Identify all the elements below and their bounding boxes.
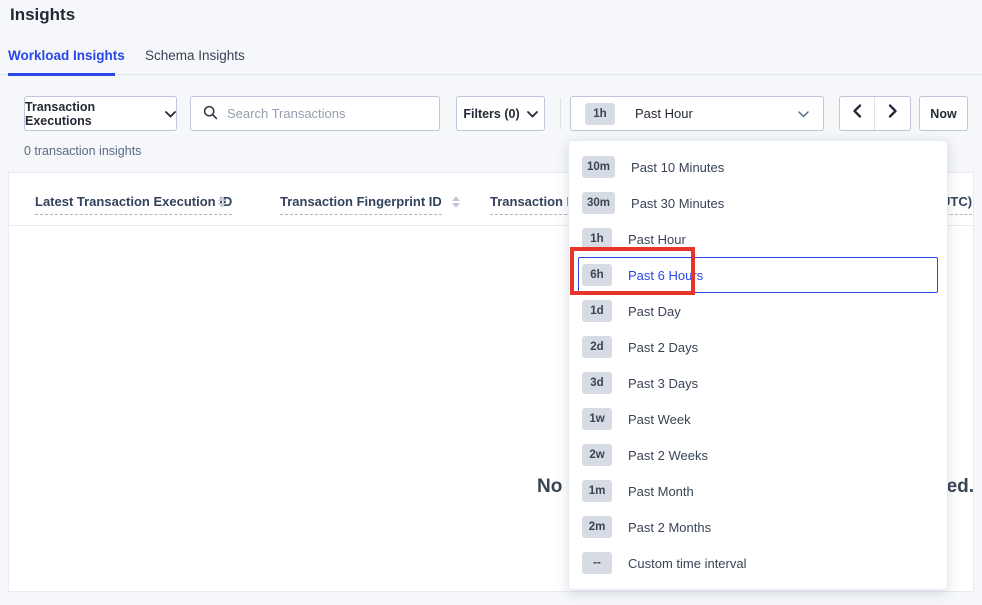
now-button[interactable]: Now: [919, 96, 968, 131]
time-option-past-10-minutes[interactable]: 10m Past 10 Minutes: [578, 149, 938, 185]
time-option-past-30-minutes[interactable]: 30m Past 30 Minutes: [578, 185, 938, 221]
now-label: Now: [930, 107, 956, 121]
time-interval-picker[interactable]: 1h Past Hour: [570, 96, 824, 131]
active-tab-underline: [8, 73, 115, 76]
insights-count-text: 0 transaction insights: [24, 144, 141, 158]
chevron-left-icon: [852, 104, 862, 123]
workload-type-select[interactable]: Transaction Executions: [24, 96, 177, 131]
time-option-label: Past 10 Minutes: [631, 160, 724, 175]
time-option-badge: 3d: [582, 372, 612, 394]
tabbar-divider: [0, 74, 982, 75]
filters-label: Filters (0): [463, 107, 519, 121]
time-option-custom-time-interval[interactable]: -- Custom time interval: [578, 545, 938, 581]
time-option-badge: 2m: [582, 516, 612, 538]
column-header-transaction-fingerprint-id[interactable]: Transaction Fingerprint ID: [280, 194, 442, 215]
type-select-label: Transaction Executions: [25, 100, 158, 128]
search-transactions-box[interactable]: [190, 96, 440, 131]
time-interval-label: Past Hour: [635, 106, 693, 121]
chevron-right-icon: [888, 104, 898, 123]
chevron-down-icon: [165, 107, 176, 121]
column-header-latest-transaction-execution-id[interactable]: Latest Transaction Execution ID: [35, 194, 232, 215]
sort-icon[interactable]: [452, 196, 460, 208]
time-option-past-6-hours[interactable]: 6h Past 6 Hours: [578, 257, 938, 293]
time-option-badge: 30m: [582, 192, 615, 214]
time-option-label: Past 2 Weeks: [628, 448, 708, 463]
chevron-down-icon: [527, 107, 538, 121]
time-option-past-3-days[interactable]: 3d Past 3 Days: [578, 365, 938, 401]
time-option-badge: 2w: [582, 444, 612, 466]
next-interval-button[interactable]: [875, 97, 910, 130]
time-option-past-day[interactable]: 1d Past Day: [578, 293, 938, 329]
time-option-badge: --: [582, 552, 612, 574]
time-option-badge: 6h: [582, 264, 612, 286]
time-option-past-month[interactable]: 1m Past Month: [578, 473, 938, 509]
time-option-label: Past 6 Hours: [628, 268, 703, 283]
time-option-badge: 1h: [582, 228, 612, 250]
time-option-label: Past 2 Days: [628, 340, 698, 355]
time-option-badge: 10m: [582, 156, 615, 178]
time-option-past-2-weeks[interactable]: 2w Past 2 Weeks: [578, 437, 938, 473]
tab-workload-insights[interactable]: Workload Insights: [8, 48, 125, 63]
filters-button[interactable]: Filters (0): [456, 96, 545, 131]
toolbar-divider: [560, 98, 561, 129]
time-option-label: Custom time interval: [628, 556, 746, 571]
time-option-past-hour[interactable]: 1h Past Hour: [578, 221, 938, 257]
time-option-label: Past Month: [628, 484, 694, 499]
time-nav-group: [839, 96, 911, 131]
time-option-past-2-days[interactable]: 2d Past 2 Days: [578, 329, 938, 365]
page-title: Insights: [10, 5, 75, 25]
search-input[interactable]: [227, 106, 427, 121]
time-option-badge: 1w: [582, 408, 612, 430]
time-option-label: Past Hour: [628, 232, 686, 247]
time-option-badge: 2d: [582, 336, 612, 358]
time-option-label: Past 30 Minutes: [631, 196, 724, 211]
tab-schema-insights[interactable]: Schema Insights: [145, 48, 245, 63]
time-option-label: Past Week: [628, 412, 691, 427]
time-option-label: Past Day: [628, 304, 681, 319]
time-option-label: Past 3 Days: [628, 376, 698, 391]
time-option-badge: 1d: [582, 300, 612, 322]
time-option-past-week[interactable]: 1w Past Week: [578, 401, 938, 437]
time-interval-badge: 1h: [585, 103, 615, 125]
chevron-down-icon: [798, 107, 809, 121]
time-option-badge: 1m: [582, 480, 612, 502]
time-interval-dropdown: 10m Past 10 Minutes 30m Past 30 Minutes 1h Pa…: [568, 140, 948, 590]
search-icon: [203, 105, 218, 123]
sort-icon[interactable]: [218, 196, 226, 208]
time-option-label: Past 2 Months: [628, 520, 711, 535]
previous-interval-button[interactable]: [840, 97, 875, 130]
time-option-past-2-months[interactable]: 2m Past 2 Months: [578, 509, 938, 545]
